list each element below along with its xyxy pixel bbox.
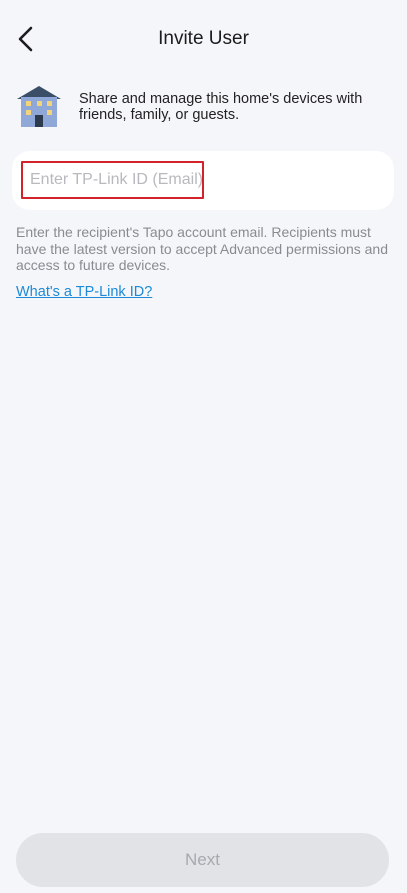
tp-link-id-help-link[interactable]: What's a TP-Link ID? [16, 284, 152, 300]
house-icon [17, 86, 61, 127]
email-input-card [12, 151, 394, 210]
intro-section: Share and manage this home's devices wit… [16, 84, 396, 128]
header: Invite User [0, 0, 407, 80]
email-field[interactable] [21, 161, 204, 199]
next-button[interactable]: Next [16, 833, 389, 887]
page-title: Invite User [158, 28, 249, 49]
intro-text: Share and manage this home's devices wit… [79, 91, 363, 123]
hint-text: Enter the recipient's Tapo account email… [16, 224, 388, 273]
